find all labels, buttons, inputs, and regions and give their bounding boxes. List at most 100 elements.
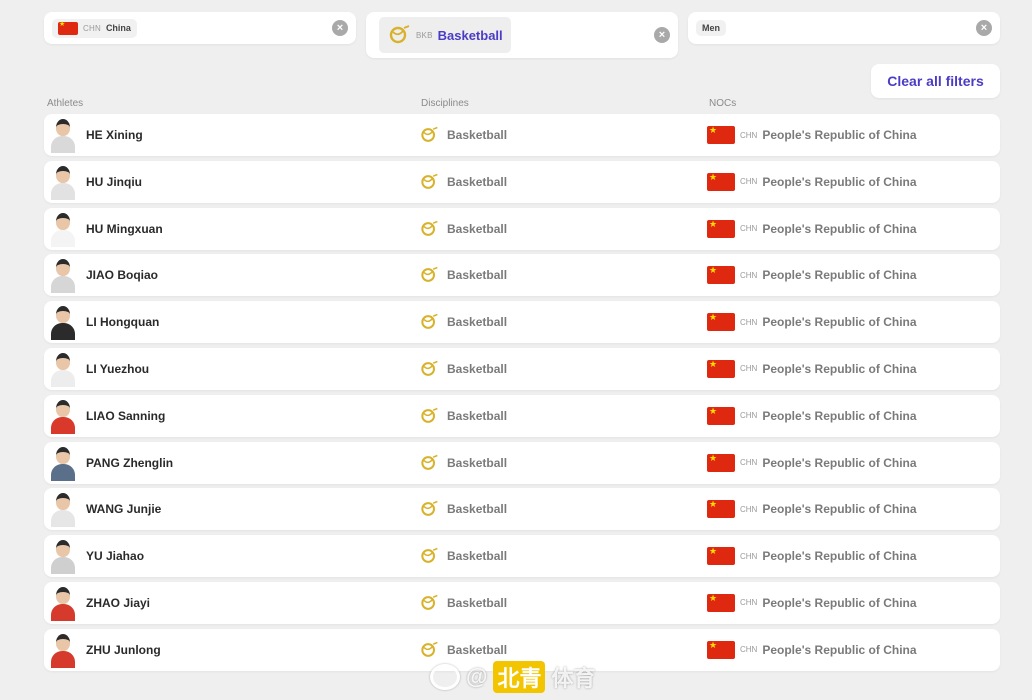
china-flag-icon [707, 547, 735, 566]
noc-filter[interactable]: CHN China × [44, 12, 356, 44]
discipline-name: Basketball [447, 361, 508, 376]
discipline-name: Basketball [447, 502, 508, 517]
table-row[interactable]: PANG Zhenglin Basketball CHN People's Repub… [44, 441, 1000, 484]
china-flag-icon [707, 313, 735, 332]
avatar-head [56, 306, 70, 324]
avatar [50, 351, 76, 387]
avatar-body [51, 650, 75, 668]
athlete-name[interactable]: JIAO Boqiao [86, 268, 158, 282]
table-row[interactable]: LI Hongquan Basketball CHN People's Republi… [44, 301, 1000, 344]
noc-name: People's Republic of China [762, 221, 917, 236]
noc-code: CHN [740, 224, 758, 234]
athlete-name[interactable]: HE Xining [86, 128, 143, 142]
basketball-icon [419, 593, 439, 613]
table-row[interactable]: JIAO Boqiao Basketball CHN People's Republi… [44, 254, 1000, 297]
china-flag-icon [707, 126, 735, 144]
discipline-name: Basketball [447, 315, 508, 330]
china-flag-icon [707, 266, 735, 285]
athlete-name[interactable]: WANG Junjie [86, 502, 161, 516]
discipline-name: Basketball [447, 408, 508, 423]
gender-filter-label: Men [702, 23, 720, 33]
china-flag-icon [707, 359, 735, 378]
athlete-name[interactable]: PANG Zhenglin [86, 456, 173, 470]
table-row[interactable]: HE Xining Basketball CHN People's Republic … [44, 114, 1000, 156]
athlete-cell: YU Jiahao [50, 535, 144, 577]
discipline-name: Basketball [447, 595, 508, 610]
table-row[interactable]: WANG Junjie Basketball CHN People's Republi… [44, 488, 1000, 531]
gender-filter-chip: Men [696, 20, 726, 36]
avatar [50, 585, 76, 621]
noc-filter-chip: CHN China [52, 18, 137, 38]
china-flag-icon [707, 593, 735, 612]
table-row[interactable]: HU Jinqiu Basketball CHN People's Republic … [44, 160, 1000, 203]
athlete-cell: HE Xining [50, 114, 143, 156]
table-row[interactable]: LIAO Sanning Basketball CHN People's Republ… [44, 394, 1000, 437]
discipline-cell: Basketball [419, 442, 507, 484]
athlete-cell: LI Yuezhou [50, 348, 149, 390]
basketball-icon [419, 546, 439, 566]
clear-discipline-filter-icon[interactable]: × [654, 27, 670, 43]
noc-name: People's Republic of China [762, 361, 917, 376]
discipline-cell: Basketball [419, 301, 507, 343]
clear-all-filters-button[interactable]: Clear all filters [871, 64, 1000, 98]
athlete-name[interactable]: HU Jinqiu [86, 175, 142, 189]
noc-cell: CHN People's Republic of China [707, 442, 917, 484]
noc-cell: CHN People's Republic of China [707, 161, 917, 203]
athlete-name[interactable]: ZHU Junlong [86, 643, 161, 657]
discipline-name: Basketball [447, 174, 508, 189]
athlete-list: HE Xining Basketball CHN People's Republic … [44, 114, 1000, 676]
noc-cell: CHN People's Republic of China [707, 208, 917, 250]
avatar-body [51, 369, 75, 387]
nocs-column-header: NOCs [709, 98, 737, 109]
table-row[interactable]: ZHAO Jiayi Basketball CHN People's Republic… [44, 581, 1000, 624]
china-flag-icon [707, 219, 735, 238]
discipline-filter-chip: BKB Basketball [379, 17, 511, 53]
avatar-head [56, 352, 70, 370]
avatar-head [56, 212, 70, 230]
avatar [50, 164, 76, 200]
noc-name: People's Republic of China [762, 268, 917, 283]
athlete-name[interactable]: LI Yuezhou [86, 362, 149, 376]
noc-cell: CHN People's Republic of China [707, 254, 917, 296]
noc-filter-code: CHN [83, 23, 101, 33]
discipline-cell: Basketball [419, 395, 507, 437]
gender-filter[interactable]: Men × [688, 12, 1000, 44]
china-flag-icon [707, 640, 735, 659]
table-row[interactable]: LI Yuezhou Basketball CHN People's Republic… [44, 347, 1000, 390]
athlete-name[interactable]: YU Jiahao [86, 549, 144, 563]
noc-name: People's Republic of China [762, 595, 917, 610]
avatar [50, 445, 76, 481]
table-row[interactable]: YU Jiahao Basketball CHN People's Republic … [44, 535, 1000, 578]
avatar-body [51, 229, 75, 247]
noc-cell: CHN People's Republic of China [707, 488, 917, 530]
noc-name: People's Republic of China [762, 642, 917, 657]
athletes-column-header: Athletes [47, 98, 84, 109]
athlete-name[interactable]: LIAO Sanning [86, 409, 165, 423]
clear-gender-filter-icon[interactable]: × [976, 20, 992, 36]
basketball-icon [419, 265, 439, 285]
avatar [50, 632, 76, 668]
noc-code: CHN [740, 458, 758, 468]
discipline-cell: Basketball [419, 114, 507, 156]
china-flag-icon [707, 453, 735, 472]
noc-code: CHN [740, 551, 758, 561]
athlete-cell: HU Mingxuan [50, 208, 163, 250]
table-row[interactable]: HU Mingxuan Basketball CHN People's Republi… [44, 207, 1000, 250]
clear-noc-filter-icon[interactable]: × [332, 20, 348, 36]
china-flag-icon [707, 406, 735, 425]
athlete-name[interactable]: ZHAO Jiayi [86, 596, 150, 610]
watermark: @ 北青 体育 [430, 660, 595, 694]
athlete-name[interactable]: HU Mingxuan [86, 222, 163, 236]
avatar-head [56, 586, 70, 604]
athlete-name[interactable]: LI Hongquan [86, 315, 159, 329]
noc-name: People's Republic of China [762, 549, 917, 564]
noc-cell: CHN People's Republic of China [707, 535, 917, 577]
noc-name: People's Republic of China [762, 408, 917, 423]
discipline-filter[interactable]: BKB Basketball × [366, 12, 678, 58]
noc-code: CHN [740, 130, 758, 140]
basketball-icon [419, 453, 439, 473]
noc-name: People's Republic of China [762, 502, 917, 517]
noc-cell: CHN People's Republic of China [707, 301, 917, 343]
avatar-head [56, 493, 70, 511]
basketball-icon [419, 172, 439, 192]
